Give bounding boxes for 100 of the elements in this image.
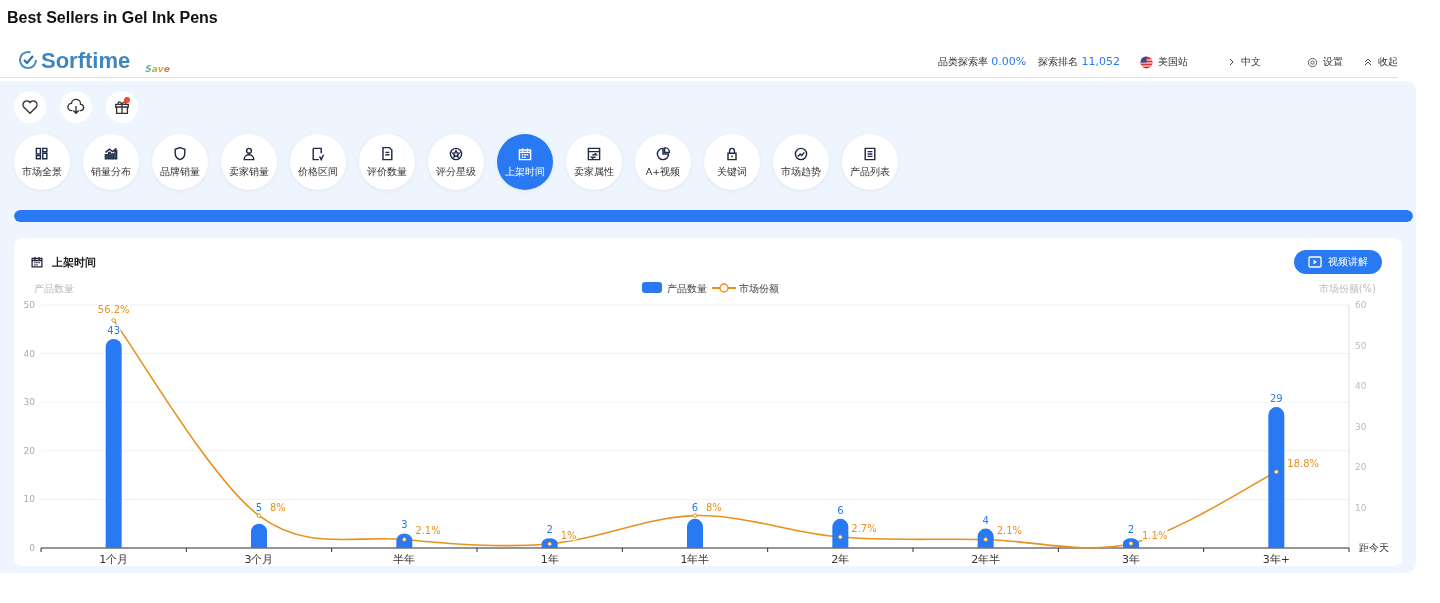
- star-icon: [448, 145, 464, 162]
- x-tick-label: 1年: [540, 553, 559, 566]
- video-button[interactable]: 视频讲解: [1294, 250, 1382, 274]
- notification-dot: [124, 97, 130, 103]
- x-tick-label: 3年+: [1262, 553, 1290, 566]
- line-point[interactable]: [692, 513, 698, 518]
- bar[interactable]: [251, 523, 267, 548]
- y-tick-label: 20: [23, 445, 35, 456]
- header-link[interactable]: 中文: [1228, 55, 1261, 69]
- play-icon: [1308, 256, 1322, 268]
- bar-value-label: 6: [691, 501, 699, 513]
- legend-label: 市场份额: [739, 283, 779, 294]
- calendar-icon: [517, 145, 533, 162]
- y2-tick-label: 50: [1355, 340, 1367, 351]
- line-value-label: 2.1%: [415, 525, 441, 537]
- gift-icon: [113, 98, 131, 116]
- nav-tab[interactable]: 卖家属性: [566, 134, 622, 190]
- line-value-label: 18.8%: [1287, 457, 1320, 469]
- line-point[interactable]: [838, 534, 843, 540]
- chevron-icon: [1228, 57, 1236, 67]
- bar-value-label: 6: [837, 504, 844, 516]
- nav-tab[interactable]: 评分星级: [428, 134, 484, 190]
- y2-tick-label: 60: [1355, 300, 1367, 310]
- line-value-label: 2.7%: [851, 523, 877, 535]
- bar-value-label: 5: [255, 501, 263, 513]
- person-icon: [241, 145, 257, 162]
- legend-line-swatch[interactable]: [711, 283, 737, 293]
- line-value-label: 2.1%: [996, 525, 1023, 537]
- nav-tab[interactable]: 产品列表: [842, 134, 898, 190]
- page-title: Best Sellers in Gel Ink Pens: [6, 8, 219, 28]
- nav-tab[interactable]: 品牌销量: [152, 134, 208, 190]
- checklist-icon: [310, 145, 326, 162]
- list-icon: [862, 145, 878, 162]
- x-tick-label: 1个月: [99, 553, 129, 566]
- line-point[interactable]: [111, 318, 116, 323]
- y2-tick-label: 20: [1355, 462, 1367, 472]
- header-stat: 探索排名 11,052: [1038, 55, 1120, 69]
- nav-tab[interactable]: 销量分布: [83, 134, 139, 190]
- header-link[interactable]: 设置: [1307, 55, 1343, 69]
- bar[interactable]: [977, 528, 994, 548]
- shield-icon: [172, 145, 188, 162]
- heart-icon: [21, 98, 39, 116]
- x-tick-label: 3年: [1122, 553, 1140, 566]
- nav-tab[interactable]: 市场全景: [14, 134, 70, 190]
- trend-icon: [793, 145, 809, 162]
- bar-value-label: 4: [982, 514, 989, 526]
- flag-icon: [1140, 55, 1153, 69]
- save-badge: Save: [145, 64, 170, 74]
- nav-tab[interactable]: 价格区间: [290, 134, 346, 190]
- y-tick-label: 10: [23, 494, 35, 505]
- bar[interactable]: [832, 518, 849, 548]
- x-tick-label: 半年: [393, 553, 416, 566]
- nav-tab[interactable]: 评价数量: [359, 134, 415, 190]
- line-value-label: 8%: [270, 501, 286, 513]
- header-link[interactable]: 收起: [1363, 55, 1398, 69]
- nav-tab[interactable]: 市场趋势: [773, 134, 829, 190]
- download-button[interactable]: [60, 91, 92, 123]
- favorite-button[interactable]: [14, 91, 46, 123]
- line-point[interactable]: [256, 513, 262, 518]
- line-value-label: 56.2%: [97, 304, 130, 316]
- nav-tab[interactable]: 上架时间: [497, 134, 553, 190]
- bar-chart-icon: [103, 145, 119, 162]
- bar[interactable]: [396, 533, 413, 548]
- logo-wordmark: Sorftime: [41, 48, 131, 74]
- nav-tab[interactable]: A+视频: [635, 134, 691, 190]
- panel-title: 上架时间: [52, 254, 96, 270]
- y-tick-label: 50: [23, 300, 35, 310]
- y2-tick-label: 40: [1355, 381, 1367, 391]
- line-point[interactable]: [1128, 541, 1134, 546]
- bar-value-label: 29: [1269, 393, 1283, 405]
- gift-button[interactable]: [106, 91, 138, 123]
- y-tick-label: 40: [23, 348, 35, 359]
- nav-tab[interactable]: 卖家销量: [221, 134, 277, 190]
- bar-value-label: 43: [107, 325, 121, 336]
- double-chevron-icon: [1363, 57, 1373, 67]
- header-link[interactable]: 美国站: [1140, 55, 1188, 69]
- bar[interactable]: [687, 518, 703, 548]
- lock-icon: [724, 145, 740, 162]
- line-point[interactable]: [1274, 469, 1279, 475]
- y2-tick-label: 30: [1355, 421, 1367, 432]
- bar[interactable]: [1268, 407, 1285, 548]
- nav-tab[interactable]: 关键词: [704, 134, 760, 190]
- y2-tick-label: 10: [1355, 502, 1367, 513]
- cloud-download-icon: [67, 98, 85, 116]
- line-point[interactable]: [547, 541, 552, 547]
- line-point[interactable]: [983, 537, 988, 542]
- x-axis-title: 距今天: [1359, 542, 1389, 553]
- pie-chart-icon: [655, 145, 671, 162]
- calendar-icon: [30, 255, 44, 269]
- legend-bar-swatch[interactable]: [642, 282, 662, 293]
- y-tick-label: 30: [23, 397, 35, 408]
- bar[interactable]: [105, 339, 122, 548]
- line-value-label: 8%: [706, 501, 722, 513]
- bar-value-label: 2: [1127, 524, 1135, 536]
- legend-label: 产品数量: [667, 283, 707, 294]
- header-stat: 品类探索率 0.00%: [938, 55, 1027, 69]
- logo-check-icon: [18, 50, 38, 70]
- line-point[interactable]: [402, 537, 407, 542]
- x-tick-label: 1年半: [680, 553, 710, 566]
- x-tick-label: 2年: [831, 553, 850, 566]
